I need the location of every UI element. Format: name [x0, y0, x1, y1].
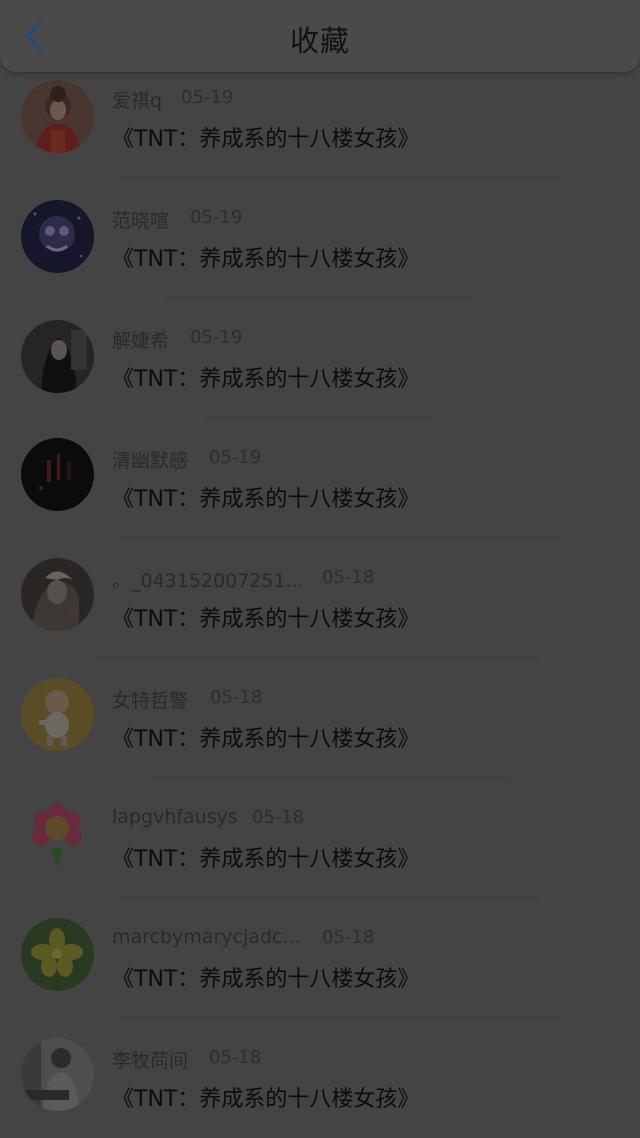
- user-avatar[interactable]: [21, 438, 94, 511]
- username[interactable]: 爱祺q: [112, 86, 162, 113]
- story-title[interactable]: 《TNT：养成系的十八楼女孩》: [112, 481, 419, 513]
- divider: [205, 416, 435, 417]
- user-avatar[interactable]: [21, 798, 94, 871]
- date-label: 05-19: [190, 207, 243, 228]
- username[interactable]: 范晓喧: [112, 206, 169, 233]
- story-title[interactable]: 《TNT：养成系的十八楼女孩》: [112, 601, 419, 633]
- user-avatar[interactable]: [21, 678, 94, 751]
- list-item[interactable]: marcbymarycjadc... 05-18 《TNT：养成系的十八楼女孩》: [0, 898, 640, 1018]
- username[interactable]: 清幽默感: [112, 446, 188, 473]
- list-item[interactable]: lapgvhfausys 05-18 《TNT：养成系的十八楼女孩》: [0, 778, 640, 898]
- username[interactable]: 。_043152007251...: [112, 566, 304, 593]
- user-avatar[interactable]: [21, 558, 94, 631]
- username[interactable]: lapgvhfausys: [112, 806, 238, 828]
- list-item[interactable]: 范晓喧 05-19 《TNT：养成系的十八楼女孩》: [0, 178, 640, 298]
- user-avatar[interactable]: [21, 80, 94, 153]
- story-title[interactable]: 《TNT：养成系的十八楼女孩》: [112, 721, 419, 753]
- user-avatar[interactable]: [21, 1038, 94, 1111]
- divider: [150, 776, 510, 777]
- list-item[interactable]: 清幽默感 05-19 《TNT：养成系的十八楼女孩》: [0, 418, 640, 538]
- date-label: 05-19: [209, 447, 262, 468]
- username[interactable]: 女特哲警: [112, 686, 188, 713]
- divider: [165, 296, 475, 297]
- story-title[interactable]: 《TNT：养成系的十八楼女孩》: [112, 841, 419, 873]
- story-title[interactable]: 《TNT：养成系的十八楼女孩》: [112, 121, 419, 153]
- username[interactable]: 解婕希: [112, 326, 169, 353]
- date-label: 05-18: [322, 567, 375, 588]
- story-title[interactable]: 《TNT：养成系的十八楼女孩》: [112, 241, 419, 273]
- user-avatar[interactable]: [21, 918, 94, 991]
- list-item[interactable]: 女特哲警 05-18 《TNT：养成系的十八楼女孩》: [0, 658, 640, 778]
- divider: [120, 176, 560, 177]
- date-label: 05-18: [322, 927, 375, 948]
- page-title: 收藏: [289, 24, 350, 58]
- story-title[interactable]: 《TNT：养成系的十八楼女孩》: [112, 1081, 419, 1113]
- username[interactable]: 李牧苘间: [112, 1046, 188, 1073]
- date-label: 05-19: [190, 327, 243, 348]
- list-item[interactable]: 爱祺q 05-19 《TNT：养成系的十八楼女孩》: [0, 58, 640, 178]
- top-bar: 收藏: [0, 0, 640, 72]
- list-item[interactable]: 解婕希 05-19 《TNT：养成系的十八楼女孩》: [0, 298, 640, 418]
- divider: [120, 896, 540, 897]
- divider: [120, 536, 560, 537]
- list-item[interactable]: 李牧苘间 05-18 《TNT：养成系的十八楼女孩》: [0, 1018, 640, 1138]
- list-item[interactable]: 。_043152007251... 05-18 《TNT：养成系的十八楼女孩》: [0, 538, 640, 658]
- date-label: 05-19: [181, 87, 234, 108]
- date-label: 05-18: [210, 687, 263, 708]
- story-title[interactable]: 《TNT：养成系的十八楼女孩》: [112, 961, 419, 993]
- date-label: 05-18: [209, 1047, 262, 1068]
- user-avatar[interactable]: [21, 200, 94, 273]
- story-title[interactable]: 《TNT：养成系的十八楼女孩》: [112, 361, 419, 393]
- divider: [95, 656, 540, 657]
- divider: [120, 1016, 560, 1017]
- username[interactable]: marcbymarycjadc...: [112, 926, 301, 948]
- date-label: 05-18: [252, 807, 305, 828]
- user-avatar[interactable]: [21, 320, 94, 393]
